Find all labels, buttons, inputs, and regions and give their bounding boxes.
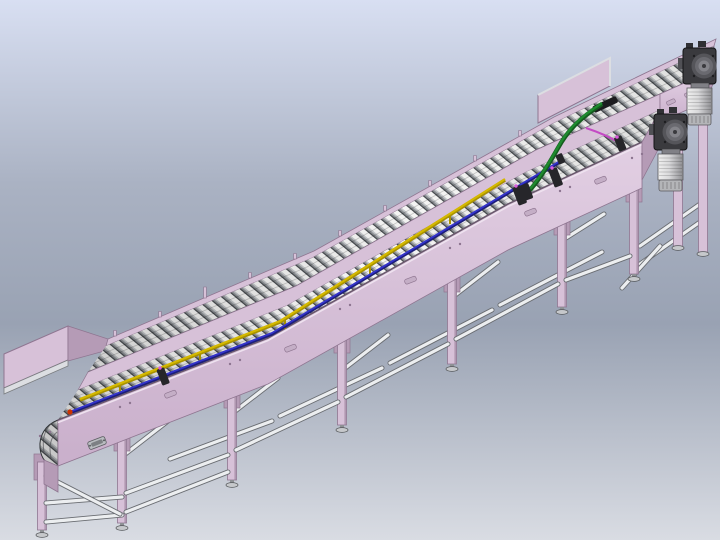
- rail-rivet: [119, 406, 121, 408]
- support-leg-far: [699, 112, 708, 252]
- chain-guide-tab: [519, 131, 522, 137]
- rail-rivet: [129, 402, 131, 404]
- cable-red-tip: [67, 409, 72, 414]
- leveling-foot: [446, 367, 458, 372]
- rail-rivet: [631, 157, 633, 159]
- leveling-foot: [697, 252, 709, 257]
- rail-rivet: [449, 247, 451, 249]
- rail-rivet: [559, 190, 561, 192]
- cad-viewport[interactable]: 3D CAD viewport: [0, 0, 720, 540]
- chain-guide-tab: [339, 231, 342, 237]
- chain-guide-tab: [429, 181, 432, 187]
- rail-rivet: [459, 243, 461, 245]
- rail-rivet: [339, 308, 341, 310]
- chain-guide-tab: [474, 156, 477, 162]
- chain-guide-tab: [204, 287, 207, 298]
- rail-rivet: [239, 359, 241, 361]
- rail-rivet: [229, 363, 231, 365]
- leveling-foot: [628, 277, 640, 282]
- chain-guide-tab: [159, 312, 162, 318]
- leveling-foot: [36, 533, 48, 538]
- leveling-foot: [336, 428, 348, 433]
- rail-rivet: [49, 431, 51, 433]
- rail-rivet: [349, 304, 351, 306]
- rail-rivet: [569, 186, 571, 188]
- chain-guide-tab: [294, 254, 297, 260]
- cad-render-stage: 3D CAD viewport: [0, 0, 720, 540]
- chain-guide-tab: [114, 331, 117, 337]
- leveling-foot: [556, 310, 568, 315]
- rail-rivet: [39, 435, 41, 437]
- chain-guide-tab: [249, 273, 252, 279]
- leveling-foot: [226, 483, 238, 488]
- rail-rivet: [641, 153, 643, 155]
- leveling-foot: [672, 246, 684, 251]
- leveling-foot: [116, 526, 128, 531]
- chain-guide-tab: [384, 206, 387, 212]
